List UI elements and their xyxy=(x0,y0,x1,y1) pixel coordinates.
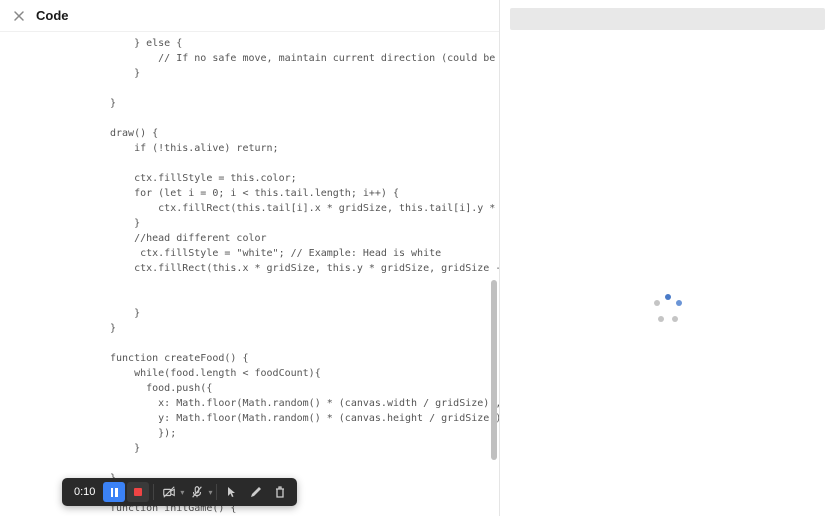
mic-button[interactable] xyxy=(186,482,208,502)
delete-button[interactable] xyxy=(269,482,291,502)
mic-off-icon xyxy=(190,485,204,499)
pause-icon xyxy=(111,488,118,497)
code-content: } else { // If no safe move, maintain cu… xyxy=(20,36,479,516)
divider xyxy=(153,484,154,500)
pen-button[interactable] xyxy=(245,482,267,502)
pen-icon xyxy=(250,486,262,498)
spinner-dot xyxy=(654,300,660,306)
close-icon[interactable] xyxy=(12,9,26,23)
preview-panel xyxy=(500,0,835,516)
panel-header: Code xyxy=(0,0,499,32)
spinner-dot xyxy=(658,316,664,322)
trash-icon xyxy=(274,486,286,498)
recording-time: 0:10 xyxy=(68,486,101,498)
spinner-dot xyxy=(676,300,682,306)
camera-off-icon xyxy=(162,485,176,499)
loading-spinner xyxy=(654,294,682,322)
spinner-dot xyxy=(672,316,678,322)
code-panel: Code } else { // If no safe move, mainta… xyxy=(0,0,500,516)
camera-button[interactable] xyxy=(158,482,180,502)
spinner-dot xyxy=(665,294,671,300)
chevron-down-icon[interactable]: ▾ xyxy=(208,488,212,497)
stop-button[interactable] xyxy=(127,482,149,502)
main-container: Code } else { // If no safe move, mainta… xyxy=(0,0,835,516)
chevron-down-icon[interactable]: ▾ xyxy=(180,488,184,497)
preview-top-bar xyxy=(510,8,825,30)
cursor-button[interactable] xyxy=(221,482,243,502)
panel-title: Code xyxy=(36,8,69,23)
cursor-icon xyxy=(226,486,238,498)
pause-button[interactable] xyxy=(103,482,125,502)
scrollbar-thumb[interactable] xyxy=(491,280,497,460)
code-area[interactable]: } else { // If no safe move, maintain cu… xyxy=(0,32,499,516)
stop-icon xyxy=(134,488,142,496)
divider xyxy=(216,484,217,500)
recording-toolbar: 0:10 ▾ ▾ xyxy=(62,478,297,506)
